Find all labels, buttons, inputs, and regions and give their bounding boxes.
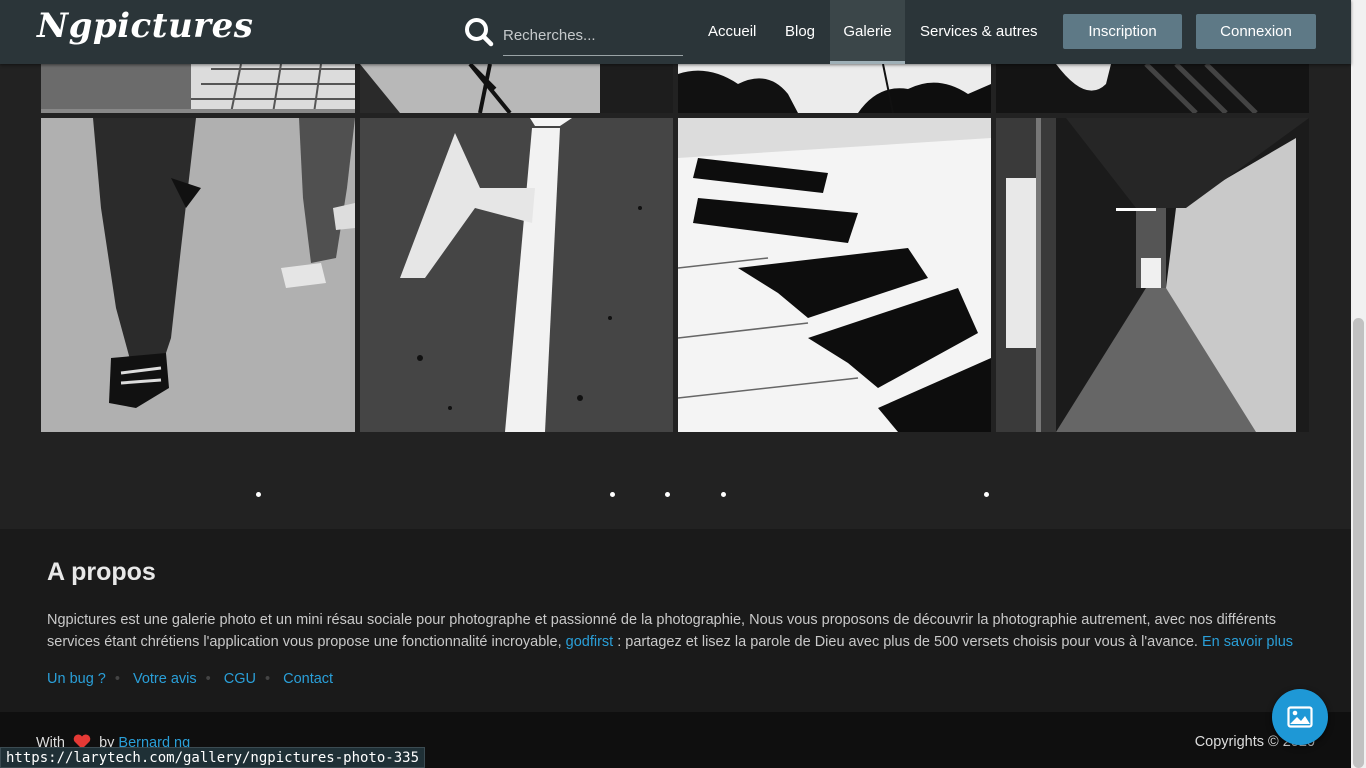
site-logo[interactable]: Ngpictures — [37, 6, 253, 46]
nav-galerie[interactable]: Galerie — [830, 0, 905, 64]
gallery-photo[interactable] — [996, 64, 1309, 113]
pagination-dot[interactable] — [984, 492, 989, 497]
gallery-photo[interactable] — [41, 64, 355, 113]
footer-about: A propos Ngpictures est une galerie phot… — [0, 529, 1351, 712]
nav-accueil[interactable]: Accueil — [708, 0, 756, 64]
search-input[interactable] — [503, 16, 683, 56]
pagination-dot[interactable] — [256, 492, 261, 497]
gallery-photo[interactable] — [360, 64, 673, 113]
pagination-dot[interactable] — [721, 492, 726, 497]
pagination-dot[interactable] — [665, 492, 670, 497]
learn-more-link[interactable]: En savoir plus — [1202, 634, 1293, 650]
status-bar-url: https://larytech.com/gallery/ngpictures-… — [0, 747, 426, 768]
nav-services[interactable]: Services & autres — [920, 0, 1038, 64]
scrollbar-thumb[interactable] — [1353, 318, 1364, 768]
gallery-photo-road-arrow[interactable] — [360, 118, 673, 432]
gallery-photo-piano-keys[interactable] — [678, 118, 991, 432]
about-title: A propos — [47, 558, 156, 586]
footer-link-feedback[interactable]: Votre avis — [133, 671, 197, 687]
gallery-photo-corridor[interactable] — [996, 118, 1309, 432]
page-scrollbar[interactable] — [1351, 0, 1366, 768]
gallery-photo-walking-legs[interactable] — [41, 118, 355, 432]
gallery-photo[interactable] — [678, 64, 991, 113]
footer-link-contact[interactable]: Contact — [283, 671, 333, 687]
upload-photo-button[interactable] — [1272, 689, 1328, 745]
signup-button[interactable]: Inscription — [1063, 14, 1182, 49]
footer-links: Un bug ? • Votre avis • CGU • Contact — [47, 671, 334, 687]
godfirst-link[interactable]: godfirst — [566, 634, 614, 650]
search-icon[interactable] — [464, 17, 494, 47]
footer-link-bug[interactable]: Un bug ? — [47, 671, 106, 687]
about-text: Ngpictures est une galerie photo et un m… — [47, 612, 1294, 650]
nav-blog[interactable]: Blog — [785, 0, 815, 64]
login-button[interactable]: Connexion — [1196, 14, 1316, 49]
image-icon — [1287, 706, 1313, 728]
pagination-dot[interactable] — [610, 492, 615, 497]
top-navbar: Ngpictures Accueil Blog Galerie Services… — [0, 0, 1351, 64]
footer-link-cgu[interactable]: CGU — [224, 671, 256, 687]
